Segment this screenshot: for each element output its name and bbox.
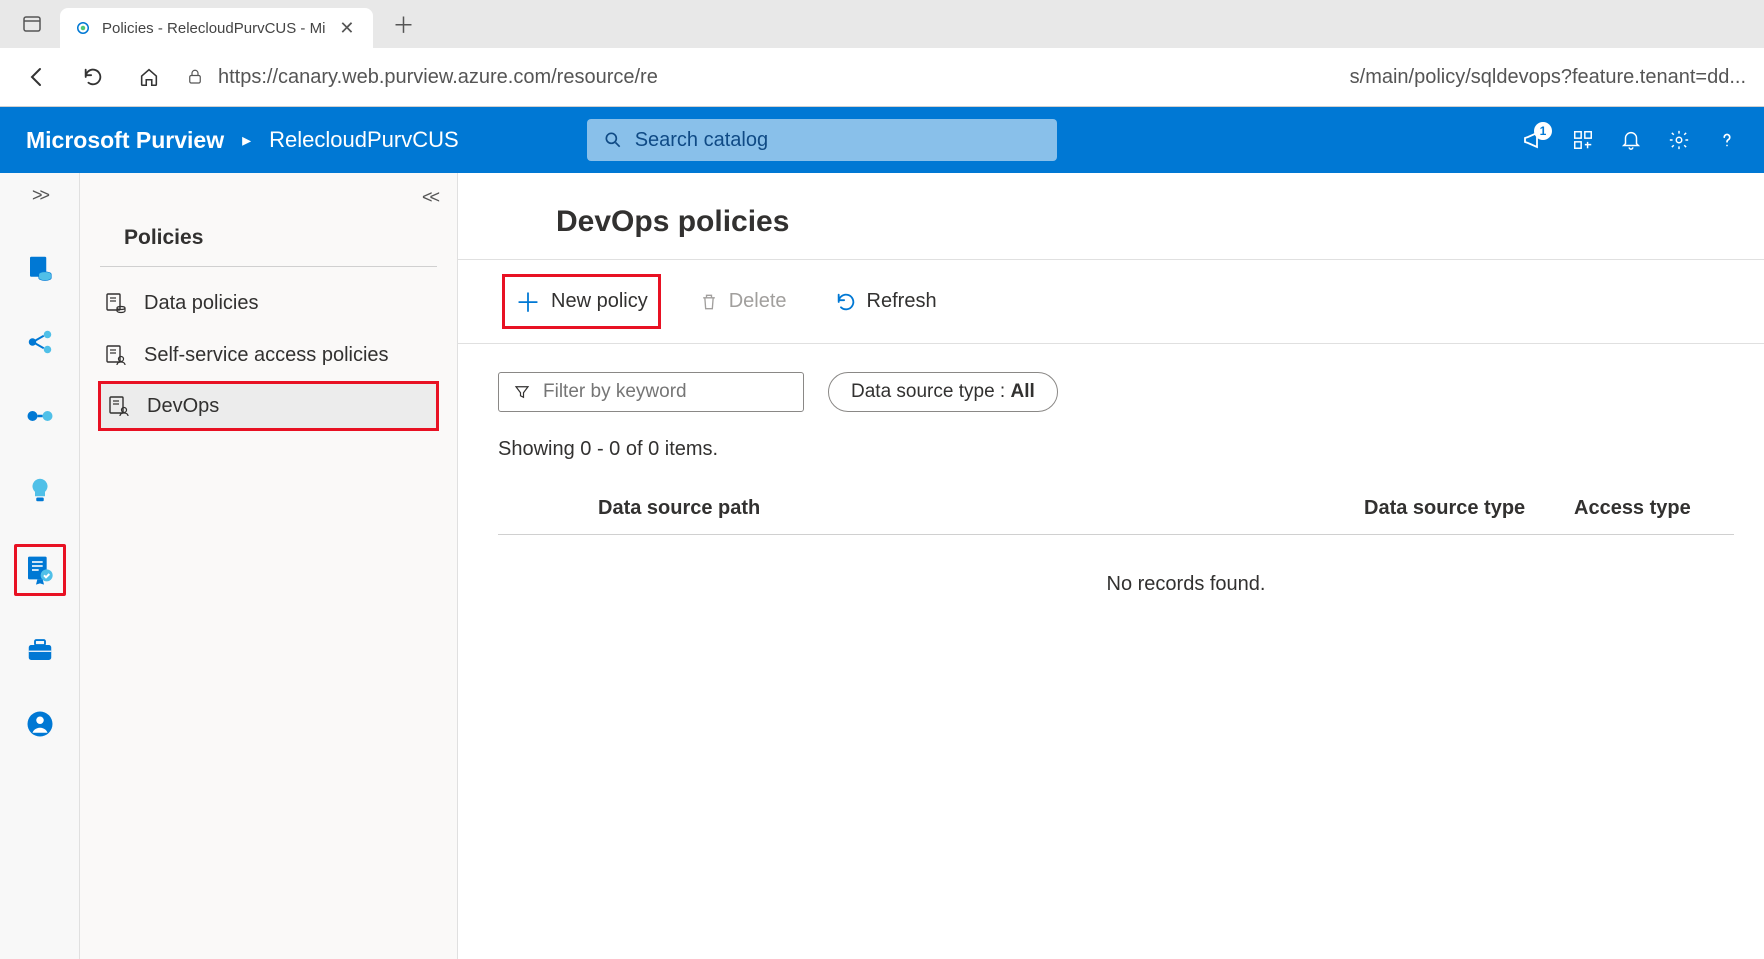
panel-item-label: Data policies (144, 292, 259, 315)
column-path[interactable]: Data source path (598, 497, 1364, 520)
pill-value: All (1010, 381, 1034, 402)
home-button[interactable] (130, 58, 168, 96)
filter-row: Data source type : All (458, 344, 1764, 412)
table-header: Data source path Data source type Access… (498, 497, 1734, 535)
grid-icon (1572, 129, 1594, 151)
delete-button: Delete (689, 284, 797, 319)
url-box[interactable]: https://canary.web.purview.azure.com/res… (186, 66, 1746, 89)
browser-tab[interactable]: Policies - RelecloudPurvCUS - Mi ✕ (60, 8, 373, 48)
new-policy-button[interactable]: ＋ New policy (502, 274, 661, 329)
notification-badge: 1 (1534, 122, 1552, 140)
settings-button[interactable] (1668, 129, 1690, 151)
url-text-left: https://canary.web.purview.azure.com/res… (218, 66, 658, 89)
panel-collapse-button[interactable]: << (80, 187, 457, 216)
filter-icon (513, 383, 531, 401)
back-button[interactable] (18, 58, 56, 96)
filter-input-wrapper[interactable] (498, 372, 804, 412)
rail-data-estate[interactable] (20, 396, 60, 436)
delete-label: Delete (729, 290, 787, 313)
rail-policy[interactable] (14, 544, 66, 596)
user-circle-icon (25, 709, 55, 739)
address-bar: https://canary.web.purview.azure.com/res… (0, 48, 1764, 106)
trash-icon (699, 292, 719, 312)
panel-title: Policies (100, 216, 437, 267)
page-title: DevOps policies (458, 173, 1764, 260)
new-policy-label: New policy (551, 290, 648, 313)
home-icon (138, 66, 160, 88)
column-access[interactable]: Access type (1574, 497, 1734, 520)
search-input[interactable] (635, 129, 1041, 152)
panel-item-data-policies[interactable]: Data policies (80, 277, 457, 329)
refresh-label: Refresh (867, 290, 937, 313)
product-name[interactable]: Microsoft Purview (26, 127, 224, 154)
url-text-right: s/main/policy/sqldevops?feature.tenant=d… (1350, 66, 1746, 89)
notifications-button[interactable] (1620, 129, 1642, 151)
panel-item-label: DevOps (147, 395, 219, 418)
icon-rail: >> (0, 173, 80, 959)
data-table: Data source path Data source type Access… (498, 497, 1734, 596)
header-actions: 1 (1522, 128, 1738, 152)
bell-icon (1620, 129, 1642, 151)
document-db-icon (104, 291, 128, 315)
purview-favicon-icon (74, 19, 92, 37)
showing-count: Showing 0 - 0 of 0 items. (458, 412, 1764, 461)
breadcrumb-separator: ▸ (242, 130, 251, 151)
empty-message: No records found. (498, 535, 1734, 596)
data-source-type-filter[interactable]: Data source type : All (828, 372, 1058, 412)
lightbulb-icon (25, 475, 55, 505)
refresh-icon (835, 291, 857, 313)
panel-item-devops[interactable]: DevOps (98, 381, 439, 431)
gear-icon (1668, 129, 1690, 151)
lock-icon (186, 68, 204, 86)
content-area: DevOps policies ＋ New policy Delete Refr… (458, 173, 1764, 959)
breadcrumb-item[interactable]: RelecloudPurvCUS (269, 127, 459, 153)
new-tab-button[interactable]: ＋ (381, 8, 427, 40)
apps-button[interactable] (1572, 129, 1594, 151)
main-layout: >> << Policies Data policies (0, 173, 1764, 959)
tabs-icon (22, 14, 42, 34)
document-user-icon (107, 394, 131, 418)
rail-management[interactable] (20, 630, 60, 670)
column-type[interactable]: Data source type (1364, 497, 1574, 520)
policy-icon (24, 554, 56, 586)
rail-expand-button[interactable]: >> (32, 185, 47, 206)
refresh-button[interactable] (74, 58, 112, 96)
feedback-button[interactable]: 1 (1522, 128, 1546, 152)
browser-chrome: Policies - RelecloudPurvCUS - Mi ✕ ＋ htt… (0, 0, 1764, 107)
rail-data-catalog[interactable] (20, 248, 60, 288)
side-panel: << Policies Data policies Self-service a… (80, 173, 458, 959)
rail-insights[interactable] (20, 470, 60, 510)
panel-item-label: Self-service access policies (144, 344, 389, 367)
search-box[interactable] (587, 119, 1057, 161)
arrow-left-icon (25, 65, 49, 89)
search-icon (603, 130, 623, 150)
tab-bar: Policies - RelecloudPurvCUS - Mi ✕ ＋ (0, 0, 1764, 48)
connect-icon (25, 401, 55, 431)
refresh-icon (82, 66, 104, 88)
tab-close-button[interactable]: ✕ (335, 18, 358, 39)
toolbox-icon (25, 635, 55, 665)
rail-privacy[interactable] (20, 704, 60, 744)
tab-title: Policies - RelecloudPurvCUS - Mi (102, 20, 325, 37)
pill-label: Data source type : (851, 381, 1010, 402)
plus-icon: ＋ (515, 283, 541, 320)
refresh-button[interactable]: Refresh (825, 284, 947, 319)
purview-header: Microsoft Purview ▸ RelecloudPurvCUS 1 (0, 107, 1764, 173)
rail-data-map[interactable] (20, 322, 60, 362)
tab-actions-button[interactable] (12, 4, 52, 44)
question-icon (1716, 129, 1738, 151)
toolbar: ＋ New policy Delete Refresh (458, 260, 1764, 344)
database-icon (25, 253, 55, 283)
document-user-icon (104, 343, 128, 367)
help-button[interactable] (1716, 129, 1738, 151)
panel-item-self-service[interactable]: Self-service access policies (80, 329, 457, 381)
filter-input[interactable] (543, 381, 789, 403)
share-icon (25, 327, 55, 357)
